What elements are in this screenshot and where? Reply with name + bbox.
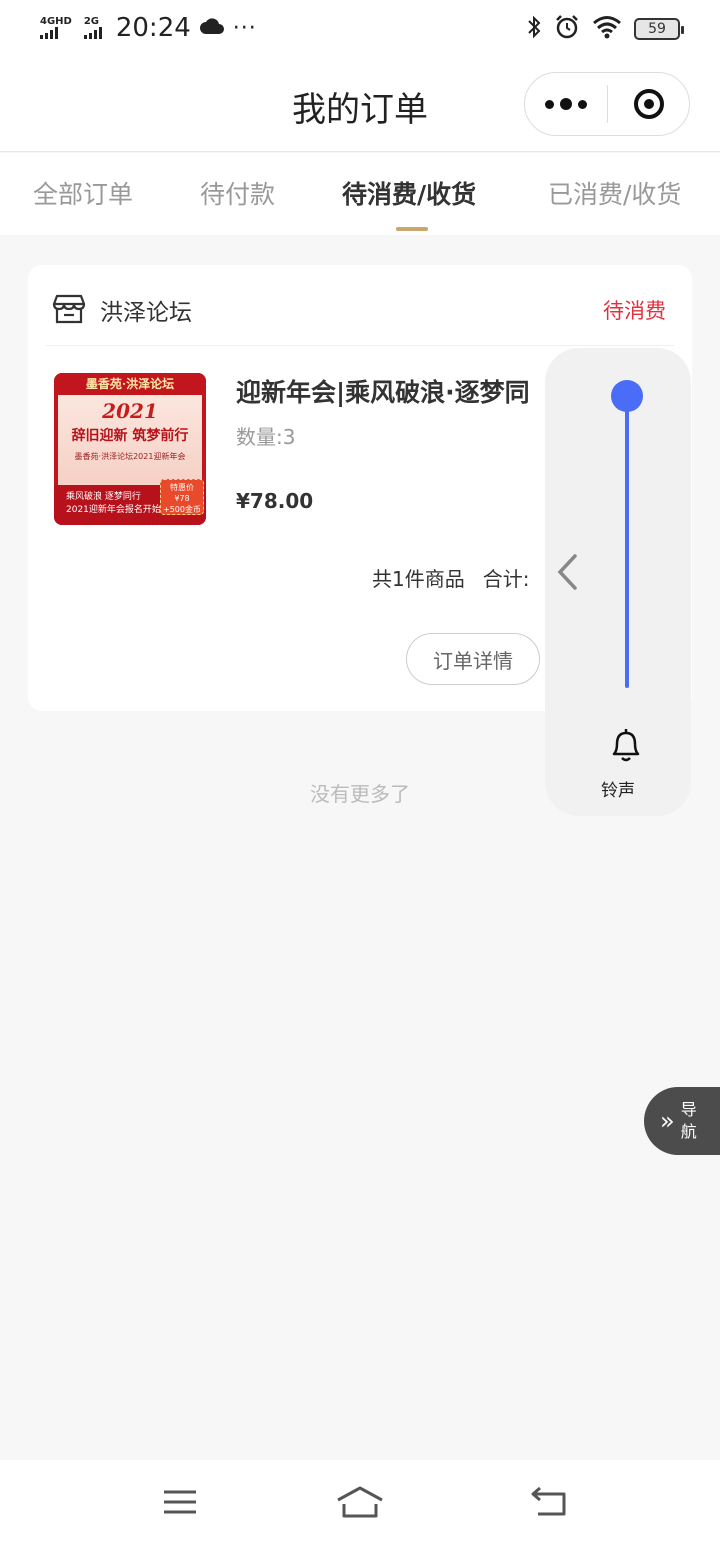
image-subtitle: 墨香苑·洪泽论坛2021迎新年会 [74, 452, 186, 461]
product-quantity: 数量:3 [236, 425, 296, 449]
shop-name[interactable]: 洪泽论坛 [100, 293, 192, 327]
dot-icon [560, 98, 572, 110]
order-tabs: 全部订单 待付款 待消费/收货 已消费/收货 [0, 153, 720, 235]
image-year: 2021 [102, 399, 158, 423]
volume-slider-handle[interactable] [611, 380, 643, 412]
close-mini-program-button[interactable] [608, 89, 689, 119]
tab-all-orders[interactable]: 全部订单 [33, 175, 133, 211]
system-nav-bar [0, 1460, 720, 1544]
signal2-label: 2G [83, 16, 100, 27]
image-slogan: 辞旧迎新 筑梦前行 [71, 428, 189, 444]
wifi-icon [592, 15, 622, 43]
signal-4g-icon: 4GHD [40, 17, 72, 39]
double-chevron-icon: » [660, 1107, 675, 1135]
bell-icon[interactable] [609, 726, 643, 768]
chevron-left-icon[interactable] [555, 552, 579, 596]
volume-slider-track[interactable] [625, 394, 629, 688]
order-summary: 共1件商品 合计: [372, 563, 529, 592]
dot-icon [578, 99, 587, 109]
order-detail-button[interactable]: 订单详情 [406, 633, 540, 685]
tab-pending-payment[interactable]: 待付款 [200, 175, 275, 211]
float-nav-label-2: 航 [680, 1122, 697, 1141]
image-banner: 墨香苑·洪泽论坛 [54, 373, 206, 395]
menu-icon[interactable] [162, 1484, 198, 1524]
active-tab-indicator [396, 227, 428, 231]
alarm-icon [554, 14, 580, 44]
signal1-label: 4GHD [40, 16, 72, 27]
volume-label: 铃声 [601, 781, 635, 801]
float-nav-label-1: 导 [680, 1100, 697, 1119]
total-label: 合计: [482, 567, 530, 591]
item-count: 共1件商品 [372, 567, 465, 591]
target-icon [633, 89, 664, 119]
battery-icon: 59 [634, 18, 684, 40]
bluetooth-icon [526, 14, 542, 44]
float-nav-button[interactable]: » 导 航 [644, 1087, 720, 1155]
more-menu-button[interactable] [525, 98, 607, 110]
divider [46, 345, 674, 346]
product-image[interactable]: 墨香苑·洪泽论坛 2021 辞旧迎新 筑梦前行 墨香苑·洪泽论坛2021迎新年会… [54, 373, 206, 525]
cloud-icon [199, 16, 225, 40]
status-bar: 4GHD 2G 20:24 ··· 59 [0, 0, 720, 56]
nav-bar: 我的订单 [0, 56, 720, 152]
volume-panel[interactable]: 铃声 [545, 348, 691, 816]
shop-icon [52, 293, 86, 325]
image-price-tag: 特惠价 ¥78 +500金币 [160, 479, 204, 515]
dot-icon [545, 99, 554, 109]
status-more: ··· [232, 15, 257, 41]
order-status: 待消费 [603, 299, 666, 323]
product-title[interactable]: 迎新年会|乘风破浪·逐梦同 [236, 373, 546, 409]
home-icon[interactable] [336, 1484, 384, 1524]
product-price: ¥78.00 [236, 489, 314, 513]
mini-program-capsule [524, 72, 690, 136]
back-icon[interactable] [530, 1484, 568, 1524]
tab-pending-consume[interactable]: 待消费/收货 [342, 175, 476, 211]
status-time: 20:24 [115, 13, 191, 43]
signal-2g-icon: 2G [83, 16, 102, 39]
tab-consumed[interactable]: 已消费/收货 [548, 175, 681, 211]
